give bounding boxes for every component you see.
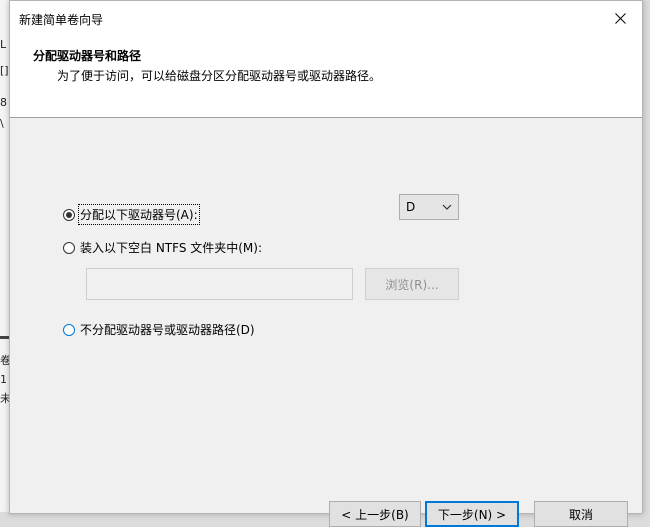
new-simple-volume-wizard-dialog: 新建简单卷向导 分配驱动器号和路径 为了便于访问，可以给磁盘分区分配驱动器号或驱…: [9, 0, 643, 527]
mount-ntfs-folder-option[interactable]: 装入以下空白 NTFS 文件夹中(M):: [63, 239, 262, 256]
page-title: 分配驱动器号和路径: [33, 49, 142, 63]
assign-drive-letter-option[interactable]: 分配以下驱动器号(A):: [63, 204, 200, 225]
drive-letter-value: D: [406, 200, 416, 214]
no-drive-letter-radio[interactable]: [63, 323, 75, 336]
mount-ntfs-folder-label: 装入以下空白 NTFS 文件夹中(M):: [80, 241, 263, 255]
page-description: 为了便于访问，可以给磁盘分区分配驱动器号或驱动器路径。: [57, 69, 382, 83]
back-button-label: < 上一步(B): [341, 507, 409, 522]
no-drive-letter-option[interactable]: 不分配驱动器号或驱动器路径(D): [63, 321, 255, 338]
window-title: 新建简单卷向导: [19, 13, 104, 27]
next-button[interactable]: 下一步(N) >: [425, 501, 519, 527]
wizard-header: 分配驱动器号和路径 为了便于访问，可以给磁盘分区分配驱动器号或驱动器路径。: [10, 35, 642, 118]
title-bar: 新建简单卷向导: [10, 1, 642, 35]
drive-letter-select[interactable]: D: [399, 194, 459, 220]
close-icon: [614, 12, 626, 24]
mount-ntfs-folder-radio[interactable]: [63, 241, 75, 254]
next-button-label: 下一步(N) >: [437, 507, 507, 522]
folder-path-input[interactable]: [86, 268, 353, 300]
close-button[interactable]: [598, 1, 642, 35]
browse-button[interactable]: 浏览(R)...: [365, 268, 459, 300]
cancel-button[interactable]: 取消: [534, 501, 628, 527]
browse-button-label: 浏览(R)...: [385, 277, 439, 292]
assign-drive-letter-radio[interactable]: [63, 208, 75, 221]
chevron-down-icon: [442, 204, 452, 210]
no-drive-letter-label: 不分配驱动器号或驱动器路径(D): [80, 323, 255, 337]
cancel-button-label: 取消: [568, 507, 593, 522]
back-button[interactable]: < 上一步(B): [329, 501, 421, 527]
assign-drive-letter-label: 分配以下驱动器号(A):: [78, 204, 200, 225]
